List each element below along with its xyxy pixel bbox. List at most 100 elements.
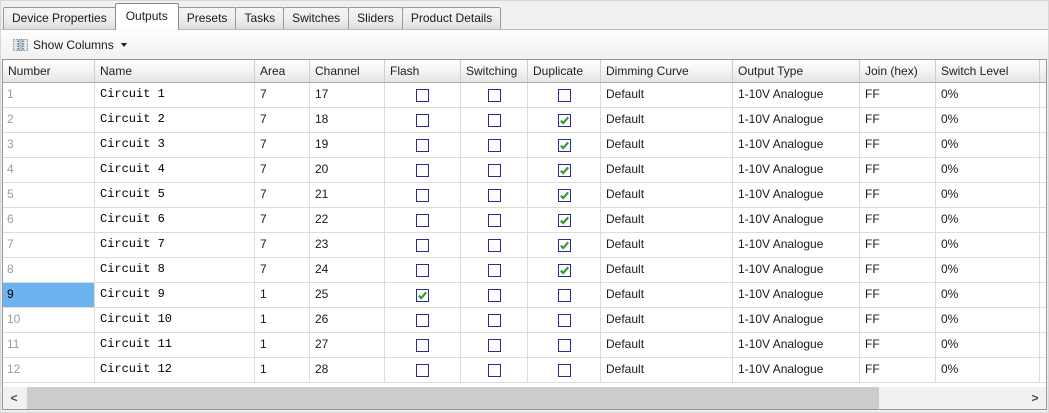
duplicate-checkbox[interactable] [557,313,571,327]
duplicate-checkbox[interactable] [557,363,571,377]
duplicate-checkbox[interactable] [557,188,571,202]
cell-output_type[interactable]: 1-10V Analogue [733,83,860,107]
cell-output_type[interactable]: 1-10V Analogue [733,258,860,282]
cell-switch_level[interactable]: 0% [936,208,1040,232]
cell-area[interactable]: 7 [255,83,310,107]
cell-dimming_curve[interactable]: Default [601,333,733,357]
scroll-right-button[interactable]: > [1024,387,1046,409]
cell-name[interactable]: Circuit 10 [95,308,255,332]
switching-checkbox[interactable] [487,213,501,227]
tab-device-properties[interactable]: Device Properties [3,7,116,29]
cell-area[interactable]: 1 [255,333,310,357]
flash-checkbox[interactable] [416,263,429,277]
flash-checkbox[interactable] [416,213,429,227]
duplicate-checkbox[interactable] [557,338,571,352]
flash-checkbox[interactable] [416,163,429,177]
tab-outputs[interactable]: Outputs [114,3,179,30]
cell-switch_level[interactable]: 0% [936,283,1040,307]
cell-join_hex[interactable]: FF [860,183,936,207]
horizontal-scrollbar[interactable]: < > [3,387,1046,409]
cell-area[interactable]: 7 [255,133,310,157]
flash-checkbox[interactable] [416,338,429,352]
flash-checkbox[interactable] [416,288,429,302]
duplicate-checkbox[interactable] [557,138,571,152]
cell-dimming_curve[interactable]: Default [601,233,733,257]
cell-number[interactable]: 5 [3,183,95,207]
flash-checkbox[interactable] [416,188,429,202]
cell-join_hex[interactable]: FF [860,83,936,107]
cell-channel[interactable]: 23 [310,233,385,257]
cell-dimming_curve[interactable]: Default [601,133,733,157]
flash-checkbox[interactable] [416,88,429,102]
tab-sliders[interactable]: Sliders [348,7,403,29]
switching-checkbox[interactable] [487,238,501,252]
cell-channel[interactable]: 27 [310,333,385,357]
tab-tasks[interactable]: Tasks [235,7,285,29]
cell-join_hex[interactable]: FF [860,208,936,232]
duplicate-checkbox[interactable] [557,263,571,277]
cell-channel[interactable]: 17 [310,83,385,107]
cell-join_hex[interactable]: FF [860,258,936,282]
switching-checkbox[interactable] [487,113,501,127]
cell-switch_level[interactable]: 0% [936,233,1040,257]
cell-area[interactable]: 7 [255,108,310,132]
cell-number[interactable]: 11 [3,333,95,357]
cell-name[interactable]: Circuit 9 [95,283,255,307]
cell-name[interactable]: Circuit 8 [95,258,255,282]
switching-checkbox[interactable] [487,163,501,177]
cell-area[interactable]: 7 [255,233,310,257]
cell-area[interactable]: 7 [255,258,310,282]
flash-checkbox[interactable] [416,313,429,327]
cell-channel[interactable]: 28 [310,358,385,382]
duplicate-checkbox[interactable] [557,238,571,252]
cell-dimming_curve[interactable]: Default [601,208,733,232]
cell-output_type[interactable]: 1-10V Analogue [733,308,860,332]
cell-channel[interactable]: 18 [310,108,385,132]
cell-dimming_curve[interactable]: Default [601,258,733,282]
tab-switches[interactable]: Switches [283,7,350,29]
cell-join_hex[interactable]: FF [860,308,936,332]
cell-area[interactable]: 7 [255,158,310,182]
cell-switch_level[interactable]: 0% [936,258,1040,282]
cell-number[interactable]: 8 [3,258,95,282]
cell-name[interactable]: Circuit 5 [95,183,255,207]
cell-area[interactable]: 7 [255,183,310,207]
cell-name[interactable]: Circuit 3 [95,133,255,157]
cell-switch_level[interactable]: 0% [936,83,1040,107]
cell-number[interactable]: 6 [3,208,95,232]
cell-channel[interactable]: 22 [310,208,385,232]
switching-checkbox[interactable] [487,313,501,327]
cell-output_type[interactable]: 1-10V Analogue [733,283,860,307]
cell-switch_level[interactable]: 0% [936,133,1040,157]
cell-area[interactable]: 7 [255,208,310,232]
cell-dimming_curve[interactable]: Default [601,308,733,332]
cell-join_hex[interactable]: FF [860,233,936,257]
cell-number[interactable]: 10 [3,308,95,332]
cell-output_type[interactable]: 1-10V Analogue [733,133,860,157]
cell-output_type[interactable]: 1-10V Analogue [733,183,860,207]
duplicate-checkbox[interactable] [557,88,571,102]
cell-number[interactable]: 2 [3,108,95,132]
cell-name[interactable]: Circuit 7 [95,233,255,257]
cell-join_hex[interactable]: FF [860,133,936,157]
cell-switch_level[interactable]: 0% [936,333,1040,357]
scroll-left-button[interactable]: < [3,387,25,409]
cell-switch_level[interactable]: 0% [936,108,1040,132]
cell-join_hex[interactable]: FF [860,108,936,132]
cell-switch_level[interactable]: 0% [936,358,1040,382]
cell-name[interactable]: Circuit 6 [95,208,255,232]
cell-dimming_curve[interactable]: Default [601,283,733,307]
flash-checkbox[interactable] [416,113,429,127]
cell-dimming_curve[interactable]: Default [601,108,733,132]
cell-dimming_curve[interactable]: Default [601,158,733,182]
duplicate-checkbox[interactable] [557,163,571,177]
switching-checkbox[interactable] [487,88,501,102]
cell-number-selected[interactable]: 9 [3,283,95,307]
cell-output_type[interactable]: 1-10V Analogue [733,158,860,182]
cell-output_type[interactable]: 1-10V Analogue [733,333,860,357]
cell-name[interactable]: Circuit 2 [95,108,255,132]
tab-product-details[interactable]: Product Details [401,7,502,29]
tab-presets[interactable]: Presets [177,7,237,29]
cell-dimming_curve[interactable]: Default [601,358,733,382]
cell-name[interactable]: Circuit 11 [95,333,255,357]
